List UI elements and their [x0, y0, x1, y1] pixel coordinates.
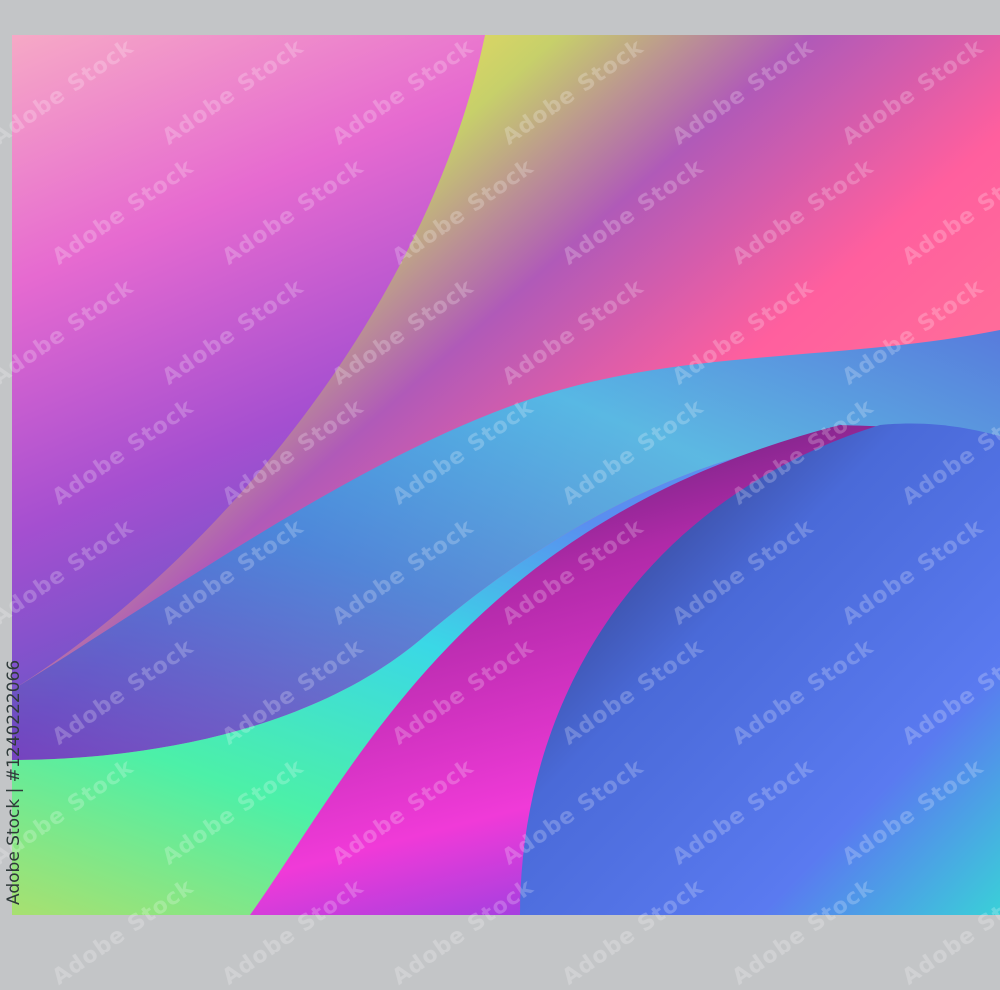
stock-credit-label: Adobe Stock | #1240222066 [4, 659, 24, 905]
